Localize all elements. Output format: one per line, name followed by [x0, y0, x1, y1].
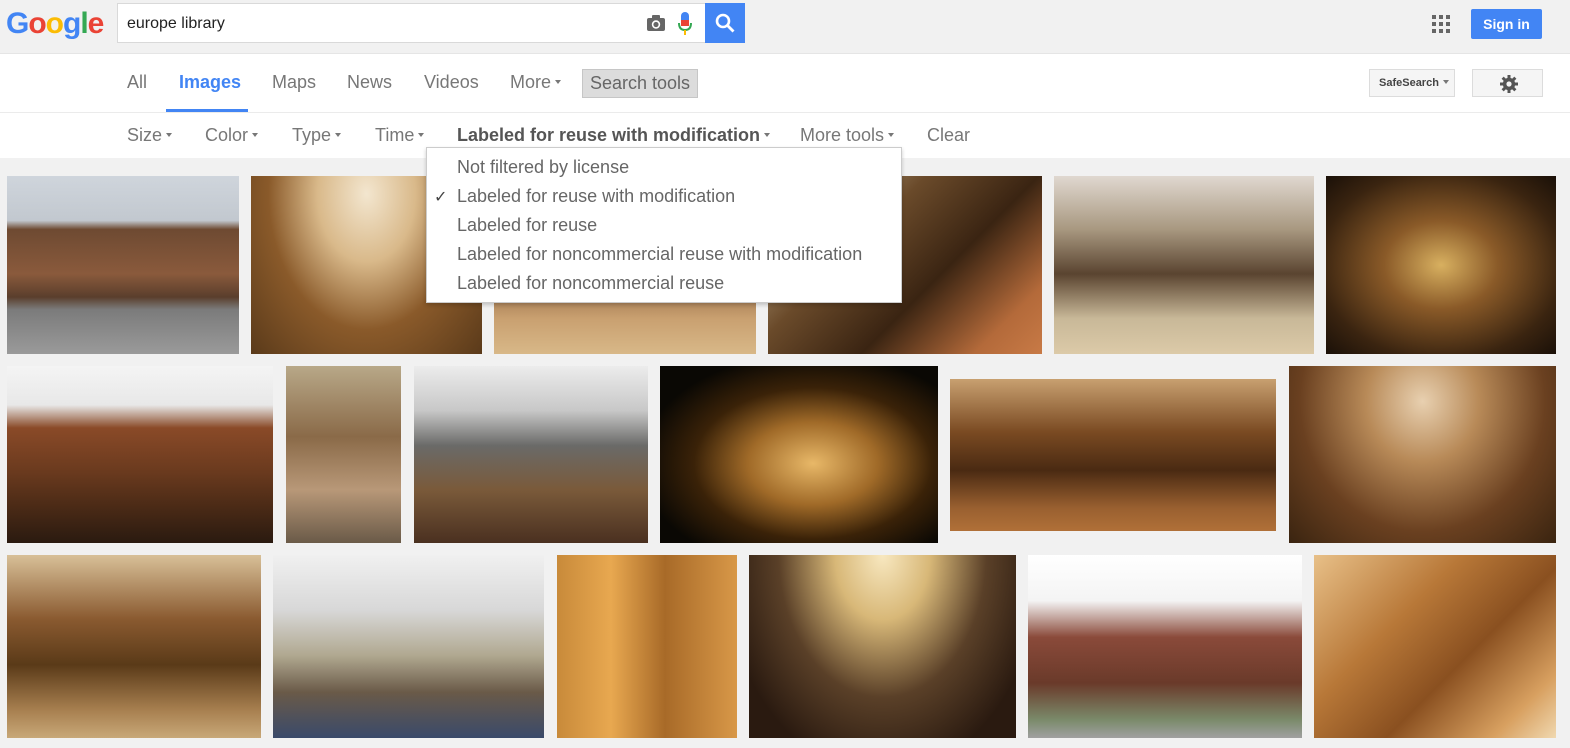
tool-size[interactable]: Size: [127, 125, 173, 146]
tab-all[interactable]: All: [127, 72, 147, 93]
apps-grid-icon[interactable]: [1432, 15, 1450, 33]
microphone-icon[interactable]: [678, 12, 692, 36]
logo-letter: g: [63, 7, 81, 40]
tool-time-label: Time: [375, 125, 415, 145]
usage-rights-menu: Not filtered by license ✓ Labeled for re…: [426, 147, 902, 303]
tool-type[interactable]: Type: [292, 125, 342, 146]
menu-item-not-filtered[interactable]: Not filtered by license: [457, 157, 629, 178]
tab-more[interactable]: More: [510, 72, 562, 93]
magnifier-icon: [715, 13, 735, 33]
tool-color[interactable]: Color: [205, 125, 259, 146]
menu-item-reuse[interactable]: Labeled for reuse: [457, 215, 597, 236]
tab-more-label: More: [510, 72, 552, 92]
tool-color-label: Color: [205, 125, 249, 145]
image-result[interactable]: [286, 366, 401, 543]
image-result[interactable]: [7, 366, 273, 543]
logo-letter: G: [6, 7, 29, 40]
tool-size-label: Size: [127, 125, 163, 145]
search-tools-button[interactable]: Search tools: [582, 69, 698, 98]
search-input[interactable]: [127, 13, 627, 35]
tool-usage-rights[interactable]: Labeled for reuse with modification: [457, 125, 771, 146]
tab-videos[interactable]: Videos: [424, 72, 479, 93]
image-result[interactable]: [7, 555, 261, 738]
logo-letter: o: [45, 7, 64, 40]
menu-item-noncommercial[interactable]: Labeled for noncommercial reuse: [457, 273, 724, 294]
image-result[interactable]: [557, 555, 737, 738]
tab-news[interactable]: News: [347, 72, 392, 93]
clear-button[interactable]: Clear: [927, 125, 970, 146]
menu-item-noncommercial-modification[interactable]: Labeled for noncommercial reuse with mod…: [457, 244, 862, 265]
search-button[interactable]: [705, 3, 745, 43]
image-result[interactable]: [1054, 176, 1314, 354]
chevron-down-icon: [764, 133, 771, 138]
chevron-down-icon: [1442, 80, 1449, 85]
image-result[interactable]: [1326, 176, 1556, 354]
camera-icon[interactable]: [646, 14, 666, 32]
safesearch-label: SafeSearch: [1379, 77, 1439, 89]
image-result[interactable]: [660, 366, 938, 543]
chevron-down-icon: [252, 133, 259, 138]
safesearch-button[interactable]: SafeSearch: [1369, 69, 1455, 97]
active-tab-indicator: [166, 109, 248, 112]
settings-button[interactable]: [1472, 69, 1543, 97]
search-nav: All Images Maps News Videos More Search …: [0, 54, 1570, 113]
image-result[interactable]: [1028, 555, 1302, 738]
chevron-down-icon: [888, 133, 895, 138]
image-result[interactable]: [1314, 555, 1556, 738]
chevron-down-icon: [555, 80, 562, 85]
chevron-down-icon: [418, 133, 425, 138]
tab-maps[interactable]: Maps: [272, 72, 316, 93]
tool-usage-rights-label: Labeled for reuse with modification: [457, 125, 761, 145]
tool-type-label: Type: [292, 125, 332, 145]
tool-time[interactable]: Time: [375, 125, 425, 146]
gear-icon: [1500, 75, 1518, 93]
tool-more-tools-label: More tools: [800, 125, 885, 145]
google-logo[interactable]: Google: [6, 6, 105, 42]
logo-letter: o: [28, 7, 46, 40]
menu-item-reuse-with-modification[interactable]: Labeled for reuse with modification: [457, 186, 735, 207]
chevron-down-icon: [335, 133, 342, 138]
checkmark-icon: ✓: [434, 189, 448, 206]
image-result[interactable]: [273, 555, 544, 738]
top-bar: Google Sign in: [0, 0, 1570, 54]
image-result[interactable]: [749, 555, 1016, 738]
tab-images[interactable]: Images: [179, 72, 241, 93]
image-result[interactable]: [1289, 366, 1556, 543]
search-box: [117, 3, 706, 43]
image-result[interactable]: [950, 379, 1276, 531]
image-result[interactable]: [7, 176, 239, 354]
sign-in-button[interactable]: Sign in: [1471, 9, 1542, 39]
logo-letter: l: [80, 7, 88, 40]
tool-more-tools[interactable]: More tools: [800, 125, 895, 146]
image-result[interactable]: [414, 366, 648, 543]
logo-letter: e: [87, 7, 105, 40]
chevron-down-icon: [166, 133, 173, 138]
